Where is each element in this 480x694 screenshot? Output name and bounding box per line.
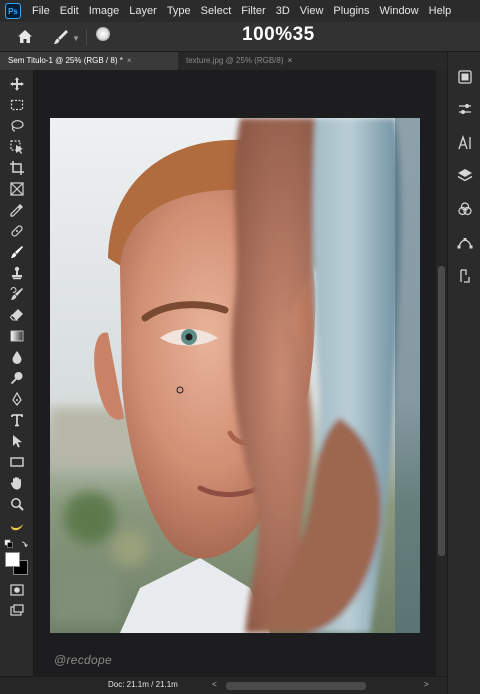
- document-image[interactable]: [50, 118, 420, 633]
- menu-file[interactable]: File: [27, 5, 55, 17]
- home-icon[interactable]: [16, 28, 34, 46]
- scroll-right-icon[interactable]: >: [424, 680, 429, 689]
- foreground-color-swatch[interactable]: [5, 552, 20, 567]
- healing-brush-icon[interactable]: [8, 222, 26, 240]
- scroll-left-icon[interactable]: <: [212, 680, 217, 689]
- zoom-tool-icon[interactable]: [8, 495, 26, 513]
- close-icon[interactable]: ×: [127, 56, 132, 65]
- document-tab-row: Sem Titulo-1 @ 25% (RGB / 8) * × texture.…: [0, 52, 447, 70]
- brush-tool-icon[interactable]: [8, 243, 26, 261]
- crop-tool-icon[interactable]: [8, 159, 26, 177]
- menu-type[interactable]: Type: [162, 5, 196, 17]
- paths-icon[interactable]: [456, 233, 474, 251]
- horizontal-scrollbar-thumb[interactable]: [226, 682, 366, 690]
- layers-icon[interactable]: [456, 166, 474, 184]
- libraries-icon[interactable]: [456, 68, 474, 86]
- pen-tool-icon[interactable]: [8, 390, 26, 408]
- menu-3d[interactable]: 3D: [271, 5, 295, 17]
- history-brush-icon[interactable]: [8, 285, 26, 303]
- dodge-icon[interactable]: [8, 369, 26, 387]
- options-bar: ▼ 100%35: [0, 22, 480, 52]
- quick-mask-icon[interactable]: [8, 581, 26, 599]
- tab-sem-titulo[interactable]: Sem Titulo-1 @ 25% (RGB / 8) * ×: [0, 52, 178, 70]
- photoshop-logo-icon[interactable]: Ps: [5, 3, 21, 19]
- portrait-photo: [50, 118, 420, 633]
- move-tool-icon[interactable]: [8, 75, 26, 93]
- tab-texture[interactable]: texture.jpg @ 25% (RGB/8) ×: [178, 52, 318, 70]
- close-icon[interactable]: ×: [288, 56, 293, 65]
- scrollbar-thumb[interactable]: [438, 266, 445, 556]
- screen-mode-icon[interactable]: [8, 602, 26, 620]
- frame-tool-icon[interactable]: [8, 180, 26, 198]
- status-bar: Doc: 21.1m / 21.1m < >: [0, 676, 447, 694]
- path-select-icon[interactable]: [8, 432, 26, 450]
- gradient-icon[interactable]: [8, 327, 26, 345]
- chevron-down-icon[interactable]: ▼: [72, 34, 80, 43]
- character-icon[interactable]: [456, 134, 474, 152]
- brush-preset-icon[interactable]: [52, 28, 70, 46]
- canvas-area[interactable]: [35, 70, 436, 676]
- tab-label: texture.jpg @ 25% (RGB/8): [186, 56, 284, 65]
- menu-image[interactable]: Image: [84, 5, 125, 17]
- menu-view[interactable]: View: [295, 5, 329, 17]
- type-tool-icon[interactable]: [8, 411, 26, 429]
- document-size-info[interactable]: Doc: 21.1m / 21.1m: [108, 680, 178, 689]
- menu-select[interactable]: Select: [196, 5, 237, 17]
- adjustments-icon[interactable]: [456, 100, 474, 118]
- marquee-tool-icon[interactable]: [8, 96, 26, 114]
- hand-tool-icon[interactable]: [8, 474, 26, 492]
- menu-layer[interactable]: Layer: [124, 5, 162, 17]
- menu-edit[interactable]: Edit: [55, 5, 84, 17]
- rectangle-tool-icon[interactable]: [8, 453, 26, 471]
- clone-stamp-icon[interactable]: [8, 264, 26, 282]
- watermark-text: @recdope: [54, 653, 112, 667]
- vertical-scrollbar[interactable]: [436, 70, 447, 676]
- banana-icon[interactable]: [8, 516, 26, 534]
- eraser-icon[interactable]: [8, 306, 26, 324]
- object-select-icon[interactable]: [8, 138, 26, 156]
- tools-panel: [0, 70, 34, 680]
- channels-icon[interactable]: [456, 200, 474, 218]
- history-icon[interactable]: [456, 267, 474, 285]
- zoom-overlay-text: 100%35: [242, 24, 315, 45]
- menu-window[interactable]: Window: [375, 5, 424, 17]
- menu-bar: Ps File Edit Image Layer Type Select Fil…: [0, 0, 480, 22]
- right-panel-strip: [447, 52, 480, 694]
- lasso-tool-icon[interactable]: [8, 117, 26, 135]
- tab-label: Sem Titulo-1 @ 25% (RGB / 8) *: [8, 56, 123, 65]
- blur-icon[interactable]: [8, 348, 26, 366]
- eyedropper-icon[interactable]: [8, 201, 26, 219]
- divider: [86, 29, 87, 45]
- menu-plugins[interactable]: Plugins: [328, 5, 374, 17]
- menu-help[interactable]: Help: [424, 5, 457, 17]
- menu-filter[interactable]: Filter: [236, 5, 270, 17]
- brush-tip-preview-icon[interactable]: [96, 27, 110, 41]
